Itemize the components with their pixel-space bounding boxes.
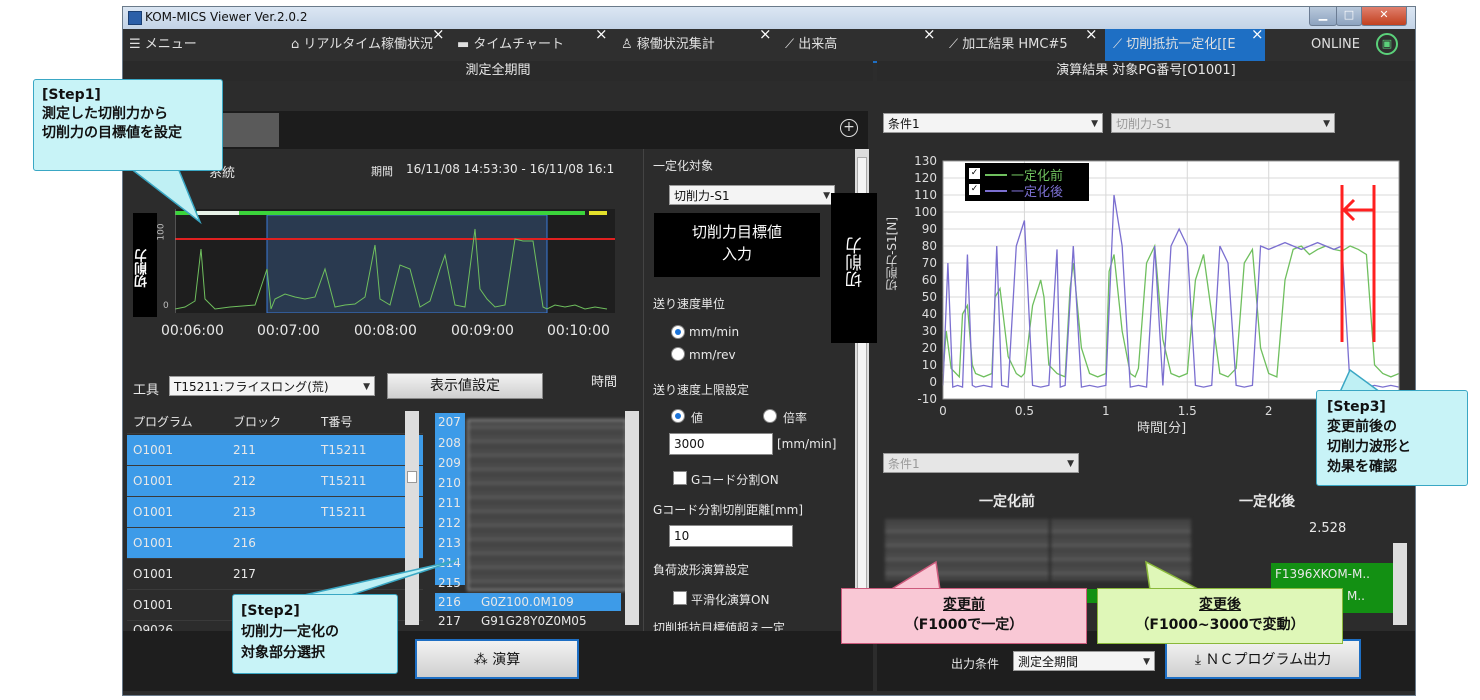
after-callout: 変更後 （F1000~3000で変動） bbox=[1097, 588, 1343, 644]
before-callout: 変更前 （F1000で一定） bbox=[841, 588, 1087, 644]
after-pointer bbox=[1145, 560, 1201, 591]
step2-callout: [Step2] 切削力一定化の 対象部分選択 bbox=[232, 594, 398, 674]
step1-callout: [Step1] 測定した切削力から 切削力の目標値を設定 bbox=[33, 79, 223, 171]
step3-pointer bbox=[1338, 368, 1383, 393]
step3-callout: [Step3] 変更前後の 切削力波形と 効果を確認 bbox=[1316, 390, 1468, 486]
step2-pointer bbox=[299, 559, 459, 597]
step1-pointer bbox=[127, 167, 202, 225]
before-pointer bbox=[887, 560, 941, 591]
